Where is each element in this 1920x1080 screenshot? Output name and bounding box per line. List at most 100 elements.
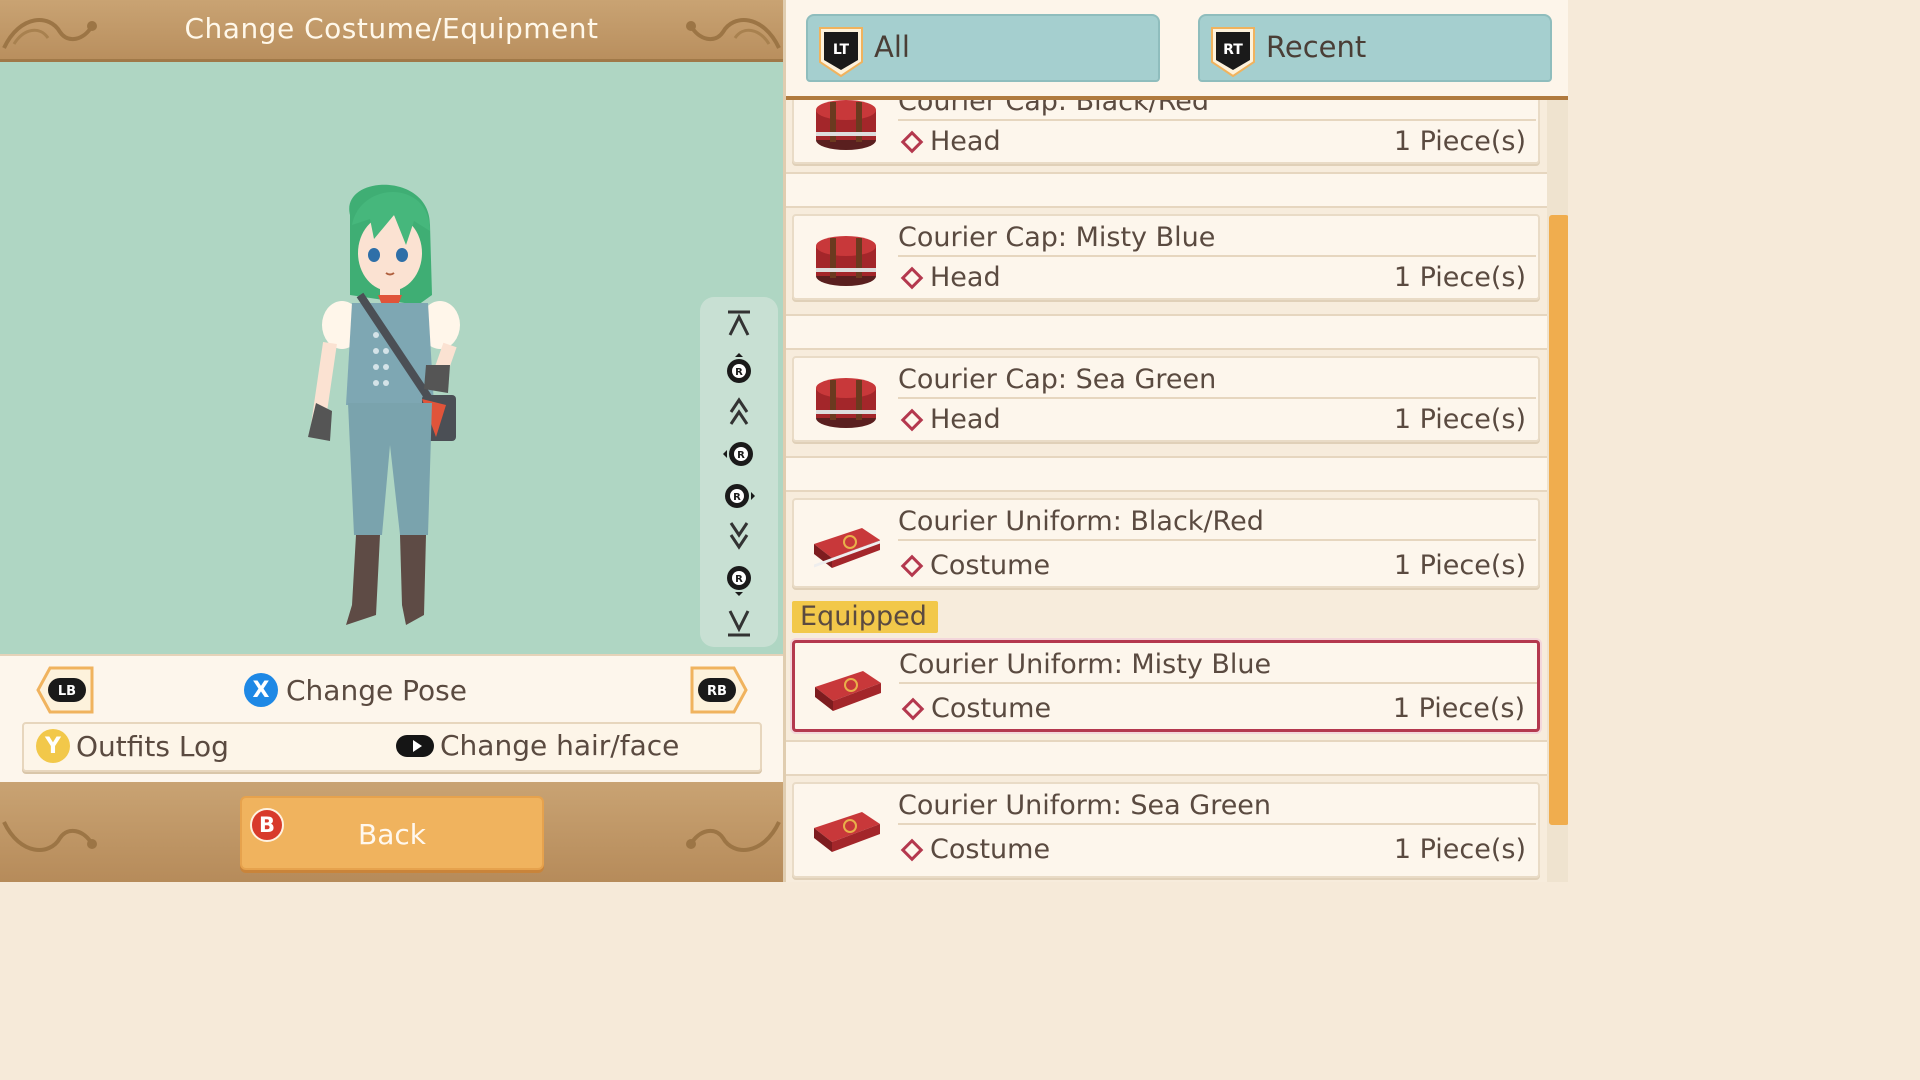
item-category-label: Head: [930, 262, 1001, 293]
rotate-left-icon[interactable]: R: [722, 437, 756, 471]
lb-button[interactable]: LB: [36, 666, 94, 714]
zoom-in-icon[interactable]: [722, 394, 756, 428]
list-item[interactable]: Courier Uniform: Sea Green Costume 1 Pie…: [788, 782, 1544, 880]
lt-badge-icon: LT: [818, 22, 864, 78]
camera-up-icon[interactable]: R: [722, 352, 756, 386]
ornament-bottom-left-icon: [2, 821, 97, 852]
filter-tabs: LT All RT Recent: [786, 0, 1568, 100]
item-name: Courier Uniform: Sea Green: [898, 790, 1536, 825]
item-name: Courier Uniform: Black/Red: [898, 506, 1536, 541]
item-name: Courier Cap: Black/Red: [898, 100, 1536, 121]
costume-case-icon: [810, 798, 882, 858]
camera-top-icon[interactable]: [722, 307, 756, 341]
ornament-right-icon: [686, 18, 781, 49]
x-button-icon: X: [244, 673, 278, 707]
bottom-bar: B Back: [0, 782, 783, 882]
rotate-right-icon[interactable]: R: [722, 479, 756, 513]
item-category: Head: [898, 126, 1001, 157]
rb-button[interactable]: RB: [690, 666, 748, 714]
rb-label: RB: [707, 684, 727, 699]
back-label: Back: [358, 818, 426, 851]
list-item[interactable]: Courier Cap: Misty Blue Head 1 Piece(s): [788, 214, 1544, 312]
list-divider: [786, 456, 1548, 492]
change-pose-control[interactable]: X Change Pose: [244, 670, 467, 710]
camera-down-icon[interactable]: R: [722, 563, 756, 597]
list-item-equipped[interactable]: Courier Uniform: Misty Blue Costume 1 Pi…: [788, 640, 1544, 738]
item-category-label: Costume: [930, 550, 1051, 581]
cap-box-icon: [810, 100, 882, 154]
equipped-badge: Equipped: [792, 601, 938, 633]
item-quantity: 1 Piece(s): [1393, 404, 1526, 435]
svg-text:R: R: [735, 574, 743, 585]
list-divider: [786, 172, 1548, 208]
back-button[interactable]: B Back: [240, 796, 544, 870]
change-pose-label: Change Pose: [286, 673, 467, 707]
item-quantity: 1 Piece(s): [1393, 262, 1526, 293]
character-preview[interactable]: R R R R: [0, 62, 783, 654]
item-quantity: 1 Piece(s): [1392, 693, 1525, 724]
controls-panel: LB X Change Pose RB Y Outfits Log Change…: [0, 654, 783, 782]
costume-case-icon: [811, 657, 883, 717]
diamond-icon: [900, 266, 924, 289]
item-quantity: 1 Piece(s): [1393, 550, 1526, 581]
item-quantity: 1 Piece(s): [1393, 126, 1526, 157]
left-panel: Change Costume/Equipment R R R R LB X Ch…: [0, 0, 783, 882]
item-category: Head: [898, 404, 1001, 435]
zoom-out-icon[interactable]: [722, 519, 756, 553]
scrollbar[interactable]: [1547, 100, 1568, 882]
diamond-icon: [900, 838, 924, 861]
ornament-bottom-right-icon: [686, 821, 781, 852]
item-category: Costume: [899, 693, 1051, 724]
list-item[interactable]: Courier Cap: Sea Green Head 1 Piece(s): [788, 356, 1544, 454]
change-hair-face-control[interactable]: Change hair/face: [396, 729, 679, 762]
tab-recent-label: Recent: [1266, 30, 1367, 64]
tab-recent[interactable]: RT Recent: [1198, 14, 1552, 82]
outfits-log-control[interactable]: Y Outfits Log: [36, 729, 229, 763]
item-category-label: Head: [930, 404, 1001, 435]
diamond-icon: [900, 554, 924, 577]
lb-label: LB: [58, 684, 76, 699]
title-bar: Change Costume/Equipment: [0, 0, 783, 62]
tab-all-label: All: [874, 30, 910, 64]
scrollbar-thumb[interactable]: [1549, 215, 1568, 825]
y-button-icon: Y: [36, 729, 70, 763]
svg-text:R: R: [733, 492, 741, 503]
item-list[interactable]: Courier Cap: Black/Red Head 1 Piece(s) C…: [786, 100, 1548, 882]
tab-all[interactable]: LT All: [806, 14, 1160, 82]
costume-case-icon: [810, 514, 882, 574]
diamond-icon: [900, 130, 924, 153]
item-name: Courier Cap: Misty Blue: [898, 222, 1536, 257]
list-divider: [786, 740, 1548, 776]
item-list-panel: LT All RT Recent Courier Cap: Black/Red: [783, 0, 1568, 882]
item-name: Courier Uniform: Misty Blue: [899, 649, 1537, 684]
costume-screen: Change Costume/Equipment R R R R LB X Ch…: [0, 0, 1568, 882]
list-divider: [786, 314, 1548, 350]
item-category: Head: [898, 262, 1001, 293]
list-item[interactable]: Courier Uniform: Black/Red Costume 1 Pie…: [788, 498, 1544, 596]
outfits-log-label: Outfits Log: [76, 729, 229, 763]
camera-control-bar: R R R R: [700, 297, 778, 647]
item-name: Courier Cap: Sea Green: [898, 364, 1536, 399]
right-stick-icon: [396, 734, 434, 757]
change-hair-face-label: Change hair/face: [440, 729, 680, 762]
list-item[interactable]: Courier Cap: Black/Red Head 1 Piece(s): [788, 100, 1544, 176]
secondary-controls: Y Outfits Log Change hair/face: [22, 722, 762, 772]
svg-text:R: R: [735, 367, 743, 378]
page-title: Change Costume/Equipment: [184, 12, 599, 45]
item-category-label: Head: [930, 126, 1001, 157]
item-category: Costume: [898, 550, 1050, 581]
diamond-icon: [900, 408, 924, 431]
item-quantity: 1 Piece(s): [1393, 834, 1526, 865]
rt-label: RT: [1223, 42, 1243, 58]
cap-box-icon: [810, 372, 882, 432]
character-model[interactable]: [290, 175, 480, 635]
rt-badge-icon: RT: [1210, 22, 1256, 78]
svg-text:R: R: [737, 450, 745, 461]
diamond-icon: [901, 697, 925, 720]
item-category-label: Costume: [931, 693, 1052, 724]
camera-bottom-icon[interactable]: [722, 605, 756, 639]
item-category: Costume: [898, 834, 1050, 865]
cap-box-icon: [810, 230, 882, 290]
item-category-label: Costume: [930, 834, 1051, 865]
lt-label: LT: [833, 42, 850, 58]
